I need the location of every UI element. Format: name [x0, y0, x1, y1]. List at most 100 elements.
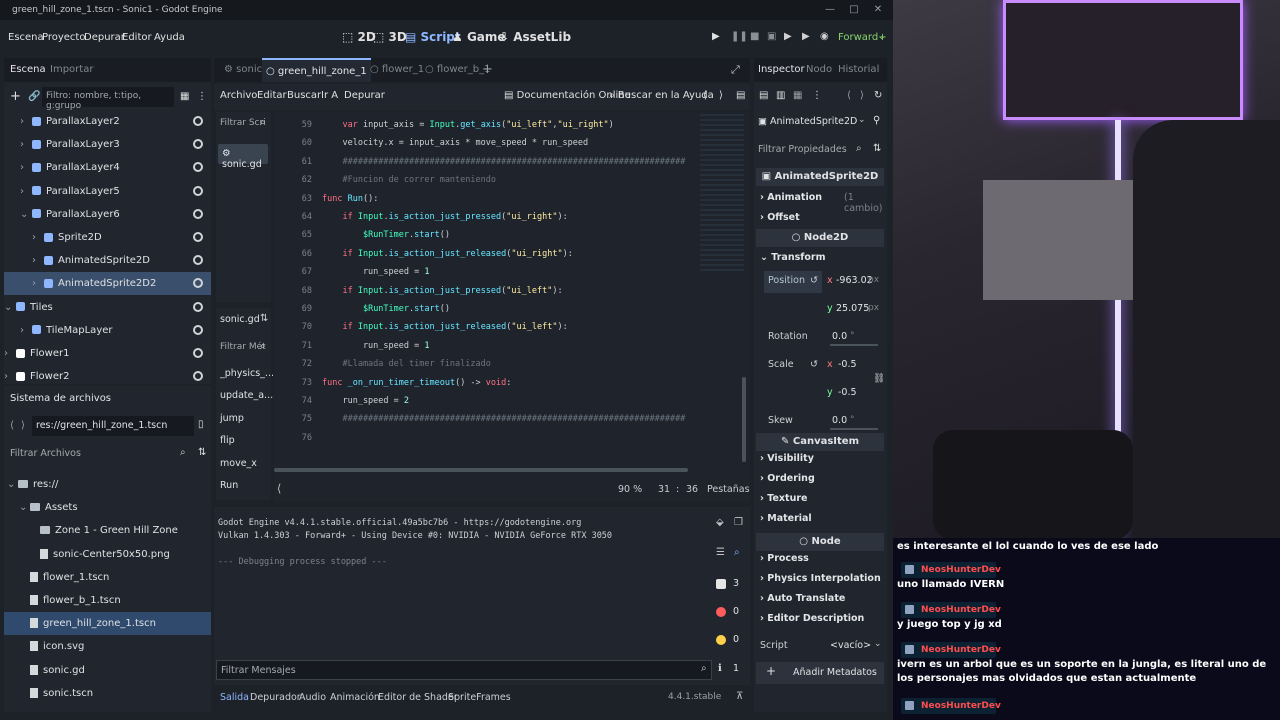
chevron-icon[interactable]: ›	[32, 272, 36, 295]
more-options-icon[interactable]: ⋮	[197, 91, 207, 102]
code-line[interactable]: 64 if Input.is_action_just_pressed("ui_r…	[274, 208, 704, 226]
warnings-filter-icon[interactable]	[716, 635, 726, 645]
inspector-section[interactable]: › Editor Description	[760, 613, 864, 624]
prev-script-icon[interactable]: ⟨	[703, 90, 707, 101]
rotation-input[interactable]: 0.0 °	[830, 328, 880, 348]
editor-tab[interactable]: ○ flower_1	[366, 58, 428, 82]
method-item[interactable]: jump	[220, 413, 244, 424]
bottom-tab[interactable]: Audio	[299, 692, 326, 703]
zoom-level[interactable]: 90 %	[618, 484, 642, 495]
inspector-settings-icon[interactable]: ⇅	[873, 143, 881, 154]
open-resource-icon[interactable]: ▥	[776, 90, 785, 101]
revert-position-icon[interactable]: ↺	[810, 275, 818, 286]
section-offset[interactable]: › Offset	[760, 212, 800, 223]
code-line[interactable]: 73 func _on_run_timer_timeout() -> void:	[274, 374, 704, 392]
workspace-3d[interactable]: ⬚ 3D	[373, 30, 407, 44]
code-line[interactable]: 72 #Llamada del timer finalizado	[274, 355, 704, 373]
link-icon[interactable]: 🔗	[28, 91, 40, 102]
code-line[interactable]: 71 run_speed = 1	[274, 337, 704, 355]
code-line[interactable]: 59 var input_axis = Input.get_axis("ui_l…	[274, 116, 704, 134]
filesystem-item[interactable]: flower_1.tscn	[4, 566, 211, 589]
code-line[interactable]: 70 if Input.is_action_just_released("ui_…	[274, 318, 704, 336]
chevron-icon[interactable]: ›	[20, 319, 24, 342]
script-item-sonic-gd[interactable]: ⚙ sonic.gd	[218, 144, 268, 170]
method-item[interactable]: Run	[220, 480, 238, 491]
code-line[interactable]: 74 run_speed = 2	[274, 392, 704, 410]
filesystem-item[interactable]: sonic.tscn	[4, 682, 211, 705]
section-animation[interactable]: › Animation	[760, 192, 822, 203]
add-tab-icon[interactable]: +	[482, 62, 493, 77]
scene-script-icon[interactable]: ▦	[180, 91, 189, 102]
visibility-eye-icon[interactable]	[193, 255, 203, 266]
visibility-eye-icon[interactable]	[193, 232, 203, 242]
filesystem-item[interactable]: Zone 1 - Green Hill Zone	[4, 519, 211, 542]
chevron-icon[interactable]: ›	[20, 133, 24, 156]
history-back-icon[interactable]: ⟨	[847, 90, 851, 101]
errors-filter-icon[interactable]	[716, 607, 726, 617]
workspace-game[interactable]: ♟ Game	[452, 30, 506, 44]
script-filter-input[interactable]: Filtrar Scri ⌕	[216, 114, 271, 134]
scale-y-input[interactable]: -0.5	[834, 383, 874, 405]
maximize-icon[interactable]: □	[842, 0, 866, 20]
section-transform[interactable]: ⌄ Transform	[760, 252, 825, 263]
search-toggle-icon[interactable]: ⌕	[734, 547, 740, 558]
scene-node-row[interactable]: › ParallaxLayer4	[4, 156, 211, 179]
bottom-tab[interactable]: SpriteFrames	[448, 692, 511, 703]
scene-node-row[interactable]: › ParallaxLayer5	[4, 180, 211, 203]
code-line[interactable]: 65 $RunTimer.start()	[274, 226, 704, 244]
inspector-section[interactable]: › Ordering	[760, 473, 815, 484]
inspector-section[interactable]: › Visibility	[760, 453, 814, 464]
chevron-icon[interactable]: ›	[20, 110, 24, 133]
method-item[interactable]: flip	[220, 435, 235, 446]
code-line[interactable]: 63 func Run():	[274, 190, 704, 208]
sort-icon[interactable]: ⇅	[198, 447, 206, 458]
code-line[interactable]: 69 $RunTimer.start()	[274, 300, 704, 318]
tab-nodo[interactable]: Nodo	[806, 64, 832, 75]
tab-escena[interactable]: Escena	[10, 64, 46, 75]
visibility-eye-icon[interactable]	[193, 139, 203, 150]
toggle-split-icon[interactable]: ▯	[198, 419, 204, 430]
code-line[interactable]: 66 if Input.is_action_just_released("ui_…	[274, 245, 704, 263]
code-line[interactable]: 62 #Funcion de correr manteniendo	[274, 171, 704, 189]
menu-ayuda[interactable]: Ayuda	[154, 32, 185, 43]
method-item[interactable]: _physics_...	[220, 368, 274, 379]
filesystem-filter-input[interactable]: Filtrar Archivos ⌕	[6, 444, 190, 464]
distraction-free-icon[interactable]: ⤢	[731, 63, 740, 77]
new-resource-icon[interactable]: ▤	[759, 90, 768, 101]
expand-panel-icon[interactable]: ⊼	[736, 691, 743, 702]
menu-proyecto[interactable]: Proyecto	[42, 32, 85, 43]
visibility-eye-icon[interactable]	[193, 162, 203, 173]
visibility-eye-icon[interactable]	[193, 324, 203, 335]
chevron-icon[interactable]: ›	[20, 180, 24, 203]
workspace-assetlib[interactable]: ⇩ AssetLib	[499, 30, 571, 44]
chevron-icon[interactable]: ›	[32, 226, 36, 249]
add-metadata-button[interactable]: + Añadir Metadatos	[756, 662, 884, 684]
play-icon[interactable]: ▶	[712, 31, 720, 42]
scene-node-row[interactable]: ⌄ Tiles	[4, 296, 211, 319]
scene-filter-input[interactable]: Filtro: nombre, t:tipo, g:grupo	[42, 87, 174, 111]
pause-icon[interactable]: ❚❚	[731, 31, 748, 42]
script-property-picker[interactable]: <vacío> ⌄	[804, 636, 884, 656]
horizontal-scrollbar[interactable]	[274, 468, 688, 472]
script-menu-archivo[interactable]: Archivo	[220, 90, 257, 101]
visibility-eye-icon[interactable]	[193, 208, 203, 219]
add-node-icon[interactable]: +	[10, 89, 21, 104]
visibility-eye-icon[interactable]	[193, 371, 203, 382]
visibility-eye-icon[interactable]	[193, 185, 203, 196]
chevron-icon[interactable]: ⌄	[20, 203, 28, 226]
vertical-scrollbar[interactable]	[742, 377, 746, 462]
scene-node-row[interactable]: › AnimatedSprite2D	[4, 249, 211, 272]
method-item[interactable]: move_x	[220, 458, 257, 469]
script-menu-ir-a[interactable]: Ir A	[321, 90, 338, 101]
copy-output-icon[interactable]: ❐	[734, 517, 743, 528]
position-y-input[interactable]: 25.075 px	[834, 299, 882, 321]
visibility-eye-icon[interactable]	[193, 278, 203, 289]
inspector-section[interactable]: › Texture	[760, 493, 807, 504]
collapse-icon[interactable]: ☰	[716, 547, 725, 558]
next-script-icon[interactable]: ⟩	[719, 90, 723, 101]
code-minimap[interactable]	[700, 114, 744, 274]
code-line[interactable]: 76	[274, 429, 704, 447]
chevron-icon[interactable]: ›	[20, 156, 24, 179]
method-item[interactable]: update_a...	[220, 390, 273, 401]
inspector-filter-input[interactable]: Filtrar Propiedades ⌕	[756, 140, 868, 160]
